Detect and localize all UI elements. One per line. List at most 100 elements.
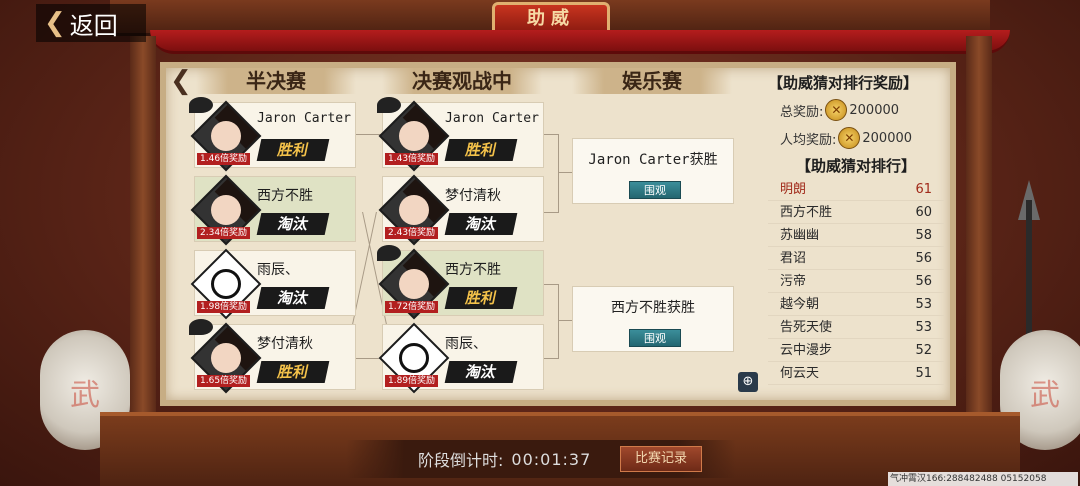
rank-score: 60 — [915, 205, 932, 220]
rank-score: 58 — [915, 228, 932, 243]
multiplier-badge: 1.72倍奖励 — [385, 301, 439, 313]
multiplier-badge: 2.34倍奖励 — [197, 227, 251, 239]
rank-name: 君诏 — [780, 251, 807, 266]
player-name: 雨辰、 — [257, 262, 299, 278]
watch-button[interactable]: 围观 — [629, 181, 681, 199]
list-item: 告死天使 53 — [768, 316, 944, 339]
zoom-in-icon[interactable]: ⊕ — [738, 372, 758, 392]
cheer-flag-icon — [377, 97, 401, 113]
player-card[interactable]: 2.34倍奖励 西方不胜 淘汰 — [190, 174, 356, 246]
watermark: 气冲霄汉166:288482488 05152058 — [888, 472, 1078, 486]
rank-score: 61 — [915, 182, 932, 197]
player-card[interactable]: 1.72倍奖励 西方不胜 胜利 — [377, 245, 544, 320]
rank-score: 56 — [915, 251, 932, 266]
result-badge: 胜利 — [444, 287, 518, 309]
rank-name: 告死天使 — [780, 320, 833, 335]
rank-score: 52 — [915, 343, 932, 358]
drum-glyph: 武 — [70, 378, 100, 413]
match-result-text: Jaron Carter获胜 — [588, 152, 718, 168]
chevron-left-icon: ❮ — [44, 8, 66, 38]
watch-button[interactable]: 围观 — [629, 329, 681, 347]
bracket-line — [558, 284, 559, 359]
result-badge: 胜利 — [256, 361, 330, 383]
per-capita-value: 200000 — [862, 130, 913, 146]
bracket-line — [544, 212, 558, 213]
coin-icon: ✕ — [838, 127, 861, 149]
left-pillar — [130, 36, 156, 436]
total-reward-label: 总奖励: — [780, 104, 824, 120]
bracket-line — [558, 134, 559, 213]
result-badge: 淘汰 — [256, 287, 330, 309]
multiplier-badge: 1.65倍奖励 — [197, 375, 251, 387]
cheer-flag-icon — [189, 97, 213, 113]
bracket-line — [558, 320, 572, 321]
player-card[interactable]: 1.46倍奖励 Jaron Carter 胜利 — [189, 97, 356, 172]
multiplier-badge: 1.98倍奖励 — [197, 301, 251, 313]
list-item: 何云天 51 — [768, 362, 944, 385]
per-capita-label: 人均奖励: — [780, 132, 837, 148]
rank-name: 越今朝 — [780, 297, 820, 312]
column-header-entertainment: 娱乐赛 — [572, 68, 732, 94]
multiplier-badge: 1.89倍奖励 — [385, 375, 439, 387]
column-header-semifinal: 半决赛 — [196, 68, 356, 94]
back-label: 返回 — [69, 11, 118, 40]
rank-score: 53 — [915, 320, 932, 335]
multiplier-badge: 2.43倍奖励 — [385, 227, 439, 239]
result-badge: 淘汰 — [444, 213, 518, 235]
player-card[interactable]: 1.98倍奖励 雨辰、 淘汰 — [190, 248, 356, 320]
rank-list: 明朗 61 西方不胜 60 苏幽幽 58 君诏 56 污帝 56 越今朝 53 告死天使 53… — [768, 178, 944, 385]
player-card[interactable]: 1.65倍奖励 梦付清秋 胜利 — [189, 319, 356, 394]
player-card[interactable]: 1.89倍奖励 雨辰、 淘汰 — [378, 322, 544, 394]
list-item: 君诏 56 — [768, 247, 944, 270]
player-name: 梦付清秋 — [257, 336, 313, 352]
player-name: Jaron Carter — [257, 111, 351, 126]
countdown-label: 阶段倒计时: — [418, 451, 504, 470]
multiplier-badge: 1.43倍奖励 — [385, 153, 439, 165]
player-name: 雨辰、 — [445, 336, 487, 352]
rank-name: 苏幽幽 — [780, 228, 820, 243]
cheer-flag-icon — [377, 245, 401, 261]
per-capita-reward-row: 人均奖励: ✕ 200000 — [768, 127, 944, 149]
bracket-line — [544, 134, 558, 135]
total-reward-value: 200000 — [849, 102, 900, 118]
rank-title: 【助威猜对排行】 — [795, 157, 916, 175]
result-badge: 胜利 — [444, 139, 518, 161]
coin-icon: ✕ — [825, 99, 848, 121]
list-item: 苏幽幽 58 — [768, 224, 944, 247]
bracket-line — [558, 172, 572, 173]
right-pillar — [966, 36, 992, 436]
match-result-box: 西方不胜获胜 围观 — [572, 286, 734, 352]
prev-stage-arrow-icon[interactable]: ❮ — [170, 66, 192, 96]
player-name: 西方不胜 — [445, 262, 501, 278]
countdown-time: 00:01:37 — [511, 449, 592, 469]
player-card[interactable]: 2.43倍奖励 梦付清秋 淘汰 — [378, 174, 544, 246]
drum-glyph: 武 — [1030, 378, 1060, 413]
list-item: 越今朝 53 — [768, 293, 944, 316]
column-header-final: 决赛观战中 — [382, 68, 542, 94]
result-badge: 淘汰 — [256, 213, 330, 235]
rank-score: 56 — [915, 274, 932, 289]
bracket-line — [544, 358, 558, 359]
total-reward-row: 总奖励: ✕ 200000 — [768, 99, 944, 121]
rank-name: 云中漫步 — [780, 343, 833, 358]
bracket-line — [544, 284, 558, 285]
back-button[interactable]: ❮ 返回 — [36, 4, 146, 42]
rank-name: 西方不胜 — [780, 205, 833, 220]
multiplier-badge: 1.46倍奖励 — [197, 153, 251, 165]
player-name: Jaron Carter — [445, 111, 539, 126]
match-result-box: Jaron Carter获胜 围观 — [572, 138, 734, 204]
result-badge: 胜利 — [256, 139, 330, 161]
rank-score: 51 — [915, 366, 932, 381]
match-record-button[interactable]: 比赛记录 — [620, 446, 702, 472]
ranking-panel: 【助威猜对排行奖励】 总奖励: ✕ 200000 人均奖励: ✕ 200000 … — [768, 72, 944, 385]
curtain — [150, 30, 1010, 54]
rank-score: 53 — [915, 297, 932, 312]
rank-name: 何云天 — [780, 366, 820, 381]
list-item: 污帝 56 — [768, 270, 944, 293]
reward-title: 【助威猜对排行奖励】 — [768, 74, 919, 92]
list-item: 云中漫步 52 — [768, 339, 944, 362]
player-card[interactable]: 1.43倍奖励 Jaron Carter 胜利 — [377, 97, 544, 172]
match-result-text: 西方不胜获胜 — [611, 300, 695, 316]
result-badge: 淘汰 — [444, 361, 518, 383]
player-name: 西方不胜 — [257, 188, 313, 204]
